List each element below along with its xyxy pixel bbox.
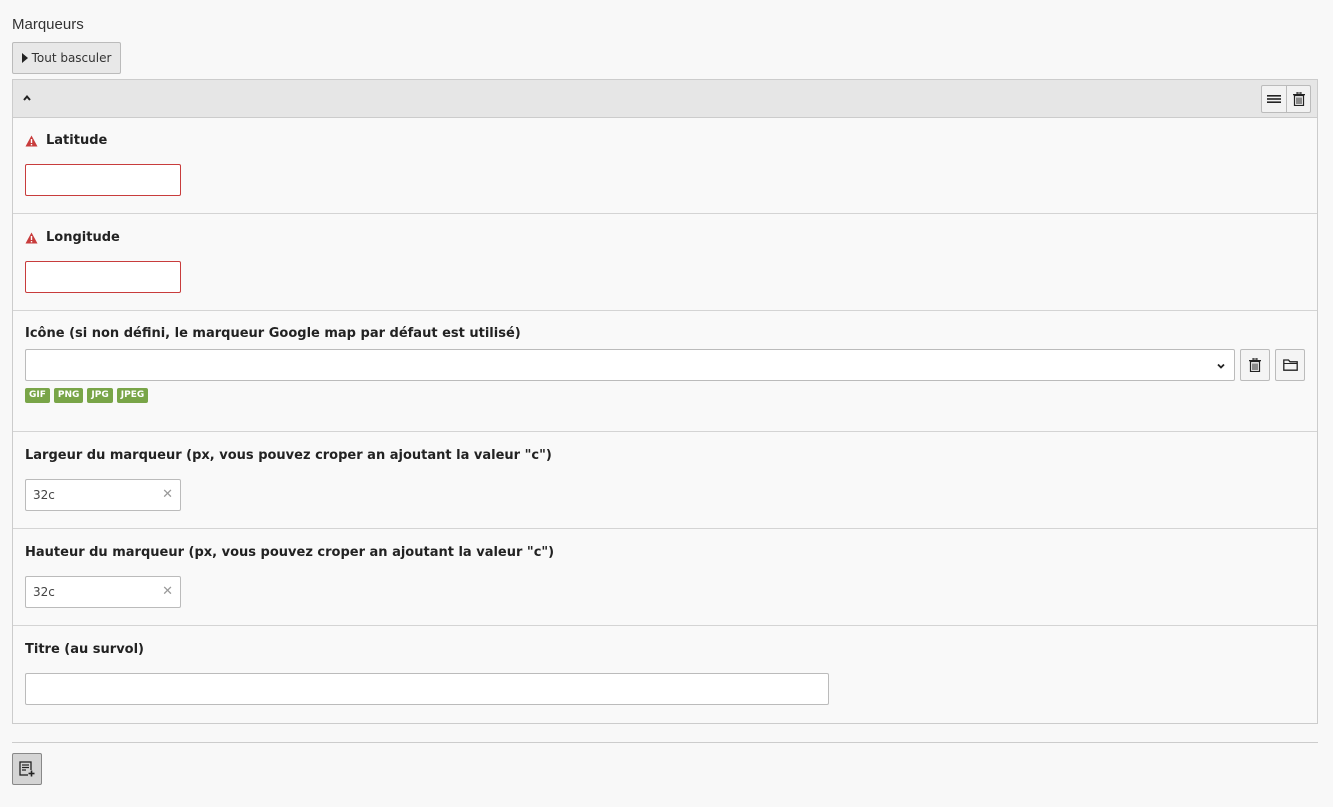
play-icon (21, 53, 28, 63)
clear-icon[interactable]: ✕ (162, 487, 173, 502)
width-input[interactable]: 32c ✕ (25, 479, 181, 511)
width-value: 32c (33, 488, 55, 502)
height-label-row: Hauteur du marqueur (px, vous pouvez cro… (25, 545, 554, 560)
latitude-label-row: Latitude (25, 133, 107, 148)
icon-field-group: Icône (si non défini, le marqueur Google… (13, 311, 1317, 432)
width-label: Largeur du marqueur (px, vous pouvez cro… (25, 448, 552, 463)
icon-select[interactable] (25, 349, 1235, 381)
collapse-chevron-icon[interactable] (22, 93, 32, 103)
icon-label: Icône (si non défini, le marqueur Google… (25, 326, 521, 341)
height-field-group: Hauteur du marqueur (px, vous pouvez cro… (13, 529, 1317, 626)
drag-handle-button[interactable] (1262, 86, 1286, 112)
icon-label-row: Icône (si non défini, le marqueur Google… (25, 326, 521, 341)
item-header[interactable] (13, 80, 1317, 118)
toggle-all-label: Tout basculer (31, 51, 112, 65)
divider (12, 742, 1318, 743)
latitude-field-group: Latitude (13, 117, 1317, 214)
latitude-input[interactable] (25, 164, 181, 196)
title-label-row: Titre (au survol) (25, 642, 144, 657)
delete-item-button[interactable] (1286, 86, 1310, 112)
longitude-label-row: Longitude (25, 230, 120, 245)
longitude-label: Longitude (46, 230, 120, 245)
add-item-button[interactable] (12, 753, 42, 785)
browse-icon-button[interactable] (1275, 349, 1305, 381)
item-header-actions (1261, 85, 1311, 113)
clear-icon[interactable]: ✕ (162, 584, 173, 599)
section-title: Marqueurs (12, 16, 84, 33)
title-field-group: Titre (au survol) (13, 626, 1317, 723)
trash-icon (1249, 358, 1261, 372)
remove-icon-button[interactable] (1240, 349, 1270, 381)
file-type-badge: JPG (87, 388, 113, 403)
height-input[interactable]: 32c ✕ (25, 576, 181, 608)
add-record-icon (19, 761, 35, 777)
warning-icon (25, 232, 38, 243)
height-label: Hauteur du marqueur (px, vous pouvez cro… (25, 545, 555, 560)
chevron-down-icon (1217, 363, 1225, 369)
file-type-badge: PNG (53, 388, 84, 403)
height-value: 32c (33, 585, 55, 599)
title-label: Titre (au survol) (25, 642, 144, 657)
longitude-input[interactable] (25, 261, 181, 293)
file-type-badge: GIF (25, 388, 50, 403)
longitude-field-group: Longitude (13, 214, 1317, 311)
warning-icon (25, 135, 38, 146)
width-field-group: Largeur du marqueur (px, vous pouvez cro… (13, 432, 1317, 529)
allowed-file-types: GIF PNG JPG JPEG (25, 388, 149, 403)
title-input[interactable] (25, 673, 829, 705)
drag-handle-icon (1267, 95, 1281, 103)
file-type-badge: JPEG (116, 388, 149, 403)
trash-icon (1292, 92, 1305, 106)
latitude-label: Latitude (46, 133, 108, 148)
width-label-row: Largeur du marqueur (px, vous pouvez cro… (25, 448, 552, 463)
toggle-all-button[interactable]: Tout basculer (12, 42, 121, 74)
marker-item-panel: Latitude Longitude Icône (si non défini,… (12, 79, 1318, 724)
folder-icon (1282, 359, 1298, 371)
